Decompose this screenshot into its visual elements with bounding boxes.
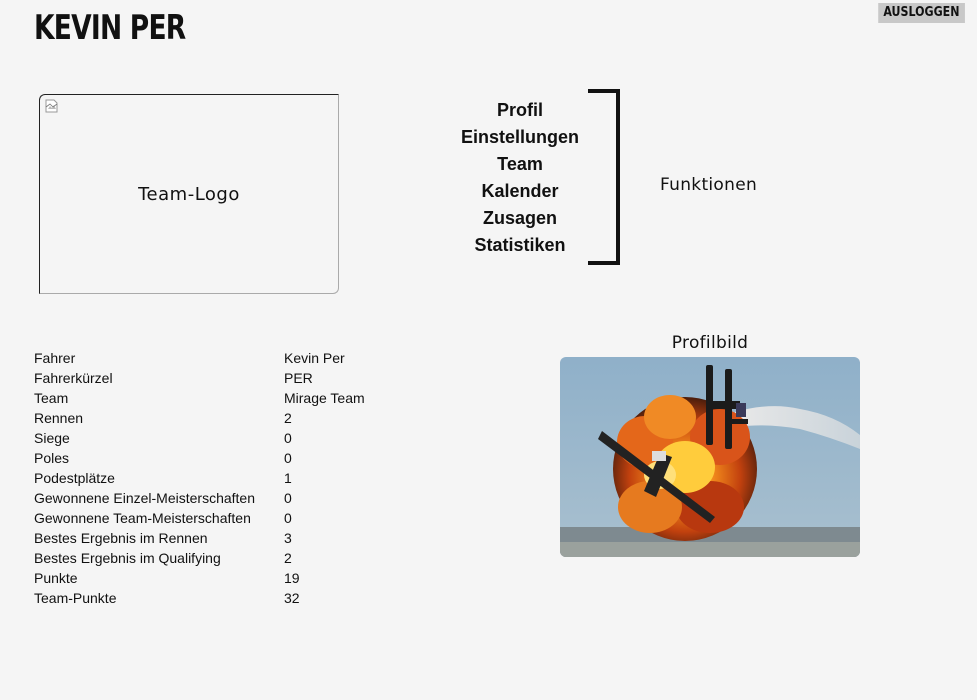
table-row: Podestplätze 1: [34, 468, 365, 488]
menu-link-kalender[interactable]: Kalender: [481, 181, 558, 201]
team-logo: Team-Logo: [39, 94, 339, 294]
table-row: Team Mirage Team: [34, 388, 365, 408]
stat-label: Gewonnene Team-Meisterschaften: [34, 510, 251, 526]
stat-label: Bestes Ergebnis im Rennen: [34, 530, 208, 546]
table-row: Gewonnene Einzel-Meisterschaften 0: [34, 488, 365, 508]
menu-bracket: [588, 89, 620, 265]
stat-label: Poles: [34, 450, 70, 466]
menu-link-statistiken[interactable]: Statistiken: [474, 235, 565, 255]
page-title: Kevin Per: [34, 8, 186, 48]
stat-value: 0: [284, 450, 292, 466]
menu-item-statistiken: Statistiken: [440, 233, 600, 260]
table-row: Siege 0: [34, 428, 365, 448]
stat-label: Bestes Ergebnis im Qualifying: [34, 550, 221, 566]
menu-link-einstellungen[interactable]: Einstellungen: [461, 127, 579, 147]
stat-value: 0: [284, 430, 292, 446]
broken-image-icon: [45, 99, 58, 113]
stat-value: 0: [284, 510, 292, 526]
stat-value: Mirage Team: [284, 390, 365, 406]
stat-label: Fahrerkürzel: [34, 370, 113, 386]
stat-label: Rennen: [34, 410, 84, 426]
table-row: Fahrerkürzel PER: [34, 368, 365, 388]
table-row: Bestes Ergebnis im Rennen 3: [34, 528, 365, 548]
menu-link-zusagen[interactable]: Zusagen: [483, 208, 557, 228]
stat-value: 32: [284, 590, 300, 606]
profile-picture-label: Profilbild: [671, 333, 749, 353]
stat-value: 0: [284, 490, 292, 506]
table-row: Team-Punkte 32: [34, 588, 365, 608]
stat-value: PER: [284, 370, 313, 386]
stat-label: Gewonnene Einzel-Meisterschaften: [34, 490, 256, 506]
table-row: Punkte 19: [34, 568, 365, 588]
menu-item-einstellungen: Einstellungen: [440, 125, 600, 152]
stat-value: 19: [284, 570, 300, 586]
table-row: Rennen 2: [34, 408, 365, 428]
stat-label: Podestplätze: [34, 470, 115, 486]
stat-label: Team-Punkte: [34, 590, 117, 606]
table-row: Gewonnene Team-Meisterschaften 0: [34, 508, 365, 528]
logout-button[interactable]: AUSLOGGEN: [878, 3, 965, 23]
menu-item-team: Team: [440, 152, 600, 179]
table-row: Fahrer Kevin Per: [34, 348, 365, 368]
team-logo-alt-text: Team-Logo: [138, 183, 240, 205]
stat-value: 2: [284, 410, 292, 426]
menu-link-team[interactable]: Team: [497, 154, 543, 174]
table-row: Poles 0: [34, 448, 365, 468]
stat-label: Siege: [34, 430, 70, 446]
table-row: Bestes Ergebnis im Qualifying 2: [34, 548, 365, 568]
stat-value: 2: [284, 550, 292, 566]
driver-stats-table: Fahrer Kevin Per Fahrerkürzel PER Team Mira…: [34, 348, 365, 608]
functions-label: Funktionen: [660, 175, 758, 195]
stat-value: 3: [284, 530, 292, 546]
stat-value: 1: [284, 470, 292, 486]
stat-label: Punkte: [34, 570, 78, 586]
stat-value: Kevin Per: [284, 350, 345, 366]
menu-link-profil[interactable]: Profil: [497, 100, 543, 120]
stat-label: Fahrer: [34, 350, 76, 366]
menu-item-profil: Profil: [440, 98, 600, 125]
menu-item-kalender: Kalender: [440, 179, 600, 206]
profile-picture: [560, 357, 860, 557]
function-menu: Profil Einstellungen Team Kalender Zusag…: [440, 98, 600, 260]
menu-item-zusagen: Zusagen: [440, 206, 600, 233]
stat-label: Team: [34, 390, 69, 406]
